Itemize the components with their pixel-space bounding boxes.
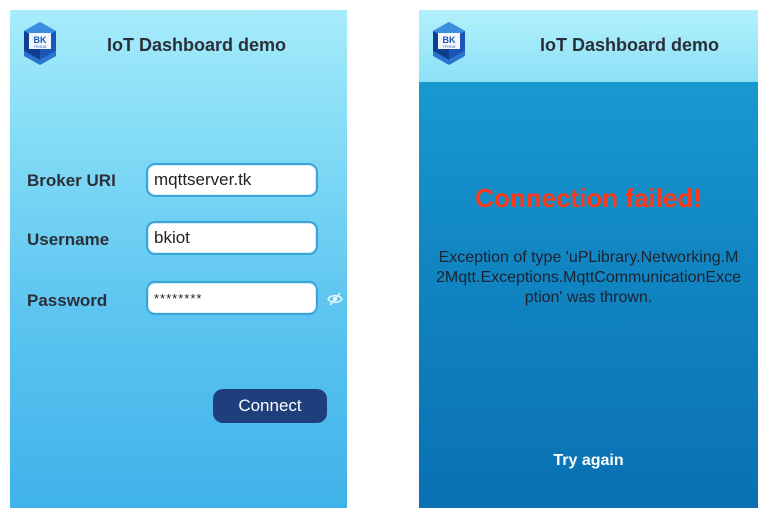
app-title: IoT Dashboard demo xyxy=(540,35,720,55)
try-again-button[interactable]: Try again xyxy=(519,448,659,474)
eye-slash-icon[interactable] xyxy=(327,292,343,306)
error-title: Connection failed! xyxy=(475,183,702,213)
connect-button[interactable]: Connect xyxy=(213,389,327,423)
login-screen: BK TP.HCM IoT Dashboard demo Broker URI … xyxy=(10,10,347,508)
password-input[interactable] xyxy=(146,281,318,315)
error-message: Exception of type 'uPLibrary.Networking.… xyxy=(435,249,741,306)
username-label: Username xyxy=(27,230,110,249)
bk-logo: BK TP.HCM xyxy=(24,22,56,65)
app-title: IoT Dashboard demo xyxy=(107,35,287,55)
password-label: Password xyxy=(27,291,108,310)
login-header: BK TP.HCM IoT Dashboard demo xyxy=(10,10,347,82)
logo-subtext: TP.HCM xyxy=(34,45,47,49)
logo-text: BK xyxy=(443,35,456,45)
broker-uri-label: Broker URI xyxy=(27,171,116,190)
broker-uri-input[interactable] xyxy=(146,163,318,197)
bk-logo: BK TP.HCM xyxy=(433,22,465,65)
logo-subtext: TP.HCM xyxy=(443,45,456,49)
username-input[interactable] xyxy=(146,221,318,255)
error-screen: BK TP.HCM IoT Dashboard demo Connection … xyxy=(419,10,758,508)
error-header: BK TP.HCM IoT Dashboard demo xyxy=(419,10,758,82)
logo-text: BK xyxy=(34,35,47,45)
